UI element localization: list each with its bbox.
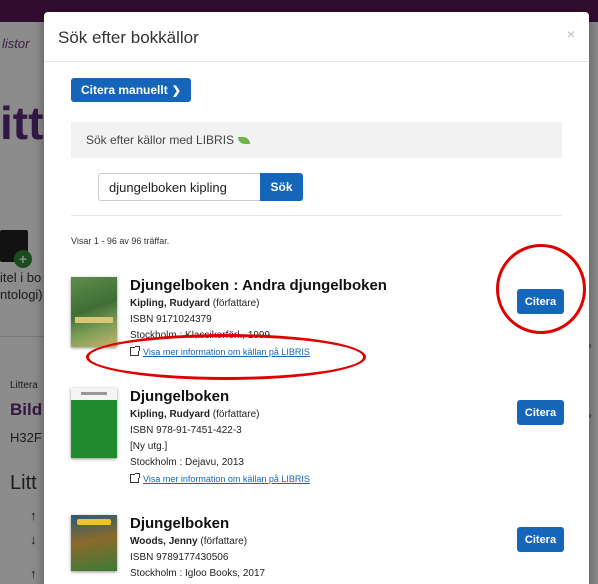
book-cover-image: [71, 277, 117, 347]
libris-info-link-text: Visa mer information om källan på LIBRIS: [143, 474, 310, 484]
result-isbn: ISBN 978-91-7451-422-3: [130, 425, 242, 436]
hits-count: Visar 1 - 96 av 96 träffar.: [71, 236, 170, 246]
cite-button[interactable]: Citera: [517, 400, 564, 425]
result-author-line: Kipling, Rudyard (författare): [130, 409, 259, 420]
modal-title: Sök efter bokkällor: [58, 28, 199, 47]
result-title: Djungelboken: [130, 388, 230, 405]
search-button[interactable]: Sök: [260, 173, 303, 201]
result-role: (författare): [212, 409, 260, 420]
modal-header: Sök efter bokkällor ×: [44, 12, 589, 62]
divider: [71, 215, 562, 216]
libris-heading-text: Sök efter källor med LIBRIS: [86, 133, 235, 147]
libris-search-panel: Sök efter källor med LIBRIS: [71, 122, 562, 158]
result-author: Kipling, Rudyard: [130, 298, 210, 309]
annotation-ellipse-link: [86, 334, 366, 380]
book-cover-image: [71, 515, 117, 571]
libris-info-link[interactable]: Visa mer information om källan på LIBRIS: [130, 473, 310, 484]
result-author-line: Woods, Jenny (författare): [130, 536, 247, 547]
result-author: Kipling, Rudyard: [130, 409, 210, 420]
result-author: Woods, Jenny: [130, 536, 198, 547]
leaf-icon: [238, 137, 251, 145]
result-author-line: Kipling, Rudyard (författare): [130, 298, 259, 309]
result-publisher: Stockholm : Dejavu, 2013: [130, 457, 244, 468]
close-icon[interactable]: ×: [567, 26, 575, 42]
manual-cite-button[interactable]: Citera manuellt ❯: [71, 78, 191, 102]
result-role: (författare): [212, 298, 260, 309]
result-edition: [Ny utg.]: [130, 441, 168, 452]
chevron-right-icon: ❯: [171, 85, 181, 97]
search-input[interactable]: [98, 173, 260, 201]
annotation-circle-cite: [496, 244, 586, 334]
manual-cite-label: Citera manuellt: [81, 83, 168, 97]
result-title: Djungelboken: [130, 515, 230, 532]
cite-button[interactable]: Citera: [517, 527, 564, 552]
book-cover-image: [71, 388, 117, 458]
result-isbn: ISBN 9171024379: [130, 314, 212, 325]
libris-heading: Sök efter källor med LIBRIS: [86, 133, 251, 147]
result-role: (författare): [200, 536, 248, 547]
result-title: Djungelboken : Andra djungelboken: [130, 277, 387, 294]
result-isbn: ISBN 9789177430506: [130, 552, 229, 563]
result-publisher: Stockholm : Igloo Books, 2017: [130, 568, 266, 579]
external-link-icon: [130, 473, 140, 483]
